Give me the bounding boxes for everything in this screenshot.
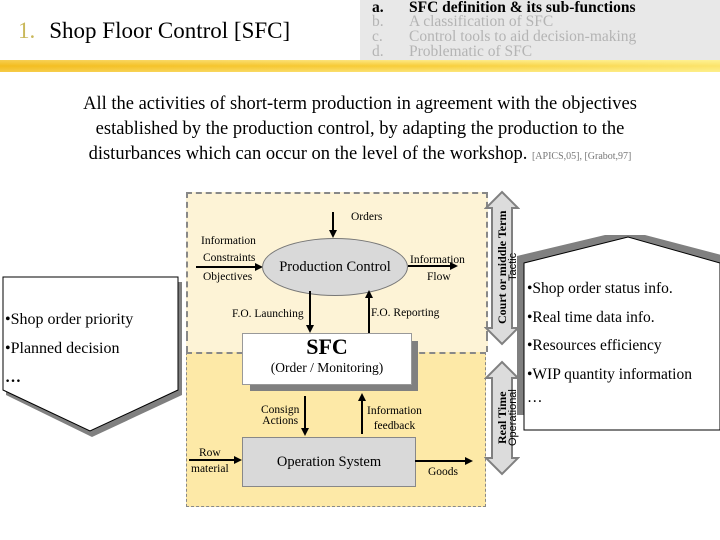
orders-label: Orders [351,211,383,223]
feedback-label-line: Information [367,405,422,417]
left-item: … [5,369,21,386]
outline-panel: a. SFC definition & its sub-functions b. A… [360,0,720,60]
operation-system-node: Operation System [242,437,416,487]
row-material-label: material [191,463,229,475]
left-item: •Planned decision [5,340,120,357]
info-flow-label: Flow [427,271,451,283]
right-item: •Real time data info. [527,308,655,326]
consign-label-line: Actions [262,415,299,427]
input-label-objectives: Objectives [203,271,253,283]
left-input-panel: •Shop order priority •Planned decision … [0,265,185,440]
sfc-title: SFC [306,334,348,359]
header-accent-bar [0,60,720,72]
references: [APICS,05], [Grabot,97] [531,151,632,162]
production-control-node: Production Control [262,238,408,296]
fo-reporting-label: F.O. Reporting [371,307,440,319]
input-label-information: Information [201,235,256,247]
definition-line: established by the production control, b… [95,119,625,139]
right-item: •Shop order status info. [527,280,673,297]
outline-item-d: d. Problematic of SFC [372,43,533,60]
section-number: 1. [18,18,36,43]
definition-line: All the activities of short-term product… [83,94,637,114]
right-item: •Resources efficiency [527,337,662,354]
orders-arrow [332,212,334,232]
goods-arrow [415,460,465,462]
consign-label: Consign Actions [261,404,299,427]
arrow-head-icon [465,457,473,465]
definition-line-text: disturbances which can occur on the leve… [88,144,528,164]
info-flow-label: Information [410,254,465,266]
consign-arrow [304,396,306,428]
feedback-arrow [361,400,363,434]
right-output-panel: •Shop order status info. •Real time data… [515,235,720,435]
right-item: •WIP quantity information [527,365,692,383]
outline-label: Problematic of SFC [409,43,533,60]
input-label-constraints: Constraints [203,252,256,264]
arrow-head-icon [306,325,314,333]
left-item: •Shop order priority [5,311,134,328]
arrow-head-icon [329,230,337,238]
definition-line: disturbances which can occur on the leve… [40,142,680,169]
outline-item-c: c. Control tools to aid decision-making [372,28,636,45]
outline-letter: c. [372,28,383,45]
feedback-label: Information feedback [367,404,422,434]
outline-item-b: b. A classification of SFC [372,13,553,30]
arrow-head-icon [365,290,373,298]
fo-launching-arrow [309,291,311,326]
arrow-head-icon [301,428,309,436]
right-item: … [527,389,543,406]
fo-reporting-arrow [368,297,370,335]
arrow-head-icon [234,456,242,464]
fo-launching-label: F.O. Launching [232,308,304,320]
outline-letter: d. [372,43,384,60]
sfc-subtitle: (Order / Monitoring) [270,360,384,375]
definition-text: All the activities of short-term product… [40,92,680,169]
outline-letter: b. [372,13,384,30]
arrow-head-icon [358,393,366,401]
section-title-text: Shop Floor Control [SFC] [49,18,291,43]
row-material-label: Row [199,447,221,459]
sfc-node: SFC (Order / Monitoring) [242,333,412,385]
section-title: 1. Shop Floor Control [SFC] [18,18,290,44]
input-arrow [196,266,256,268]
feedback-label-line: feedback [373,420,416,432]
goods-label: Goods [428,466,459,478]
